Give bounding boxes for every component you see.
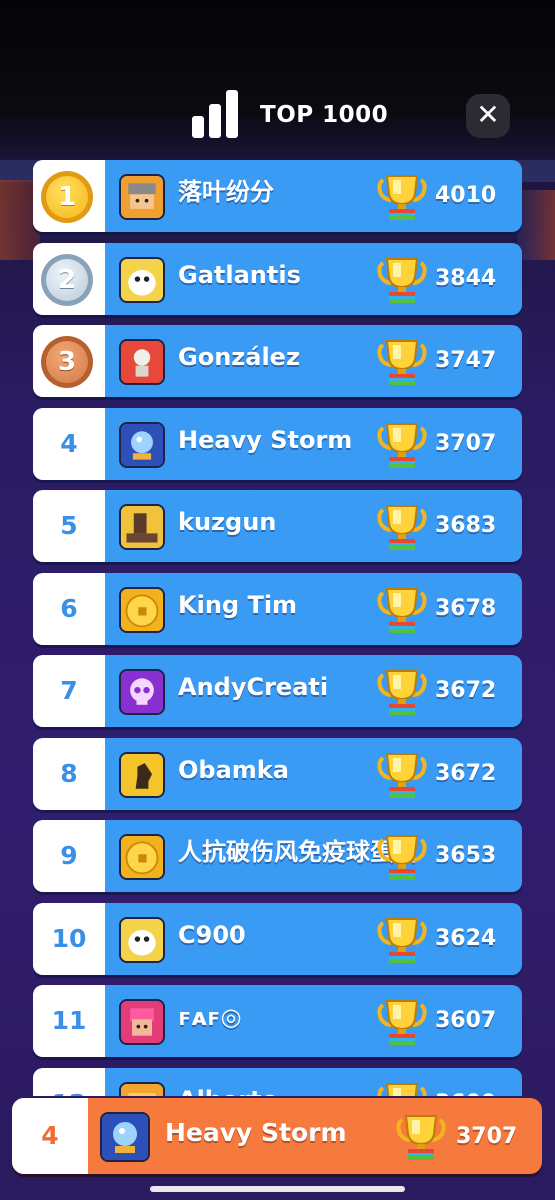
rank-cell: 6 — [33, 573, 105, 645]
trophy-icon — [377, 583, 427, 635]
trophy-score: 4010 — [435, 183, 497, 208]
player-name: King Tim — [178, 591, 298, 619]
player-name: Alberto — [178, 1068, 278, 1096]
skeleton-avatar — [119, 339, 165, 385]
trophy-score: 3653 — [435, 843, 497, 868]
rank-number: 2 — [46, 259, 88, 301]
trophy-score: 3600 — [435, 1068, 496, 1096]
trophy-score: 3672 — [435, 678, 497, 703]
leaderboard-row[interactable]: 3 González 3747 — [33, 325, 522, 397]
chess-knight-avatar — [119, 752, 165, 798]
trophy-score: 3678 — [435, 596, 497, 621]
leaderboard-list[interactable]: 1 落叶纷分 4010 2 Gatlantis 3844 3 González 3747 4 Hea… — [33, 160, 522, 1096]
horse-avatar — [119, 504, 165, 550]
player-name: ꜰᴀꜰ◎ — [178, 1003, 242, 1031]
trophy-icon — [377, 665, 427, 717]
viking-cat-avatar — [119, 174, 165, 220]
gold-medal-icon: 1 — [41, 171, 93, 223]
ghost-avatar — [119, 257, 165, 303]
rank-number: 3 — [46, 341, 88, 383]
leaderboard-row[interactable]: 10 C900 3624 — [33, 903, 522, 975]
background-scenery-right — [517, 190, 555, 260]
player-name: 落叶纷分 — [178, 178, 274, 206]
leaderboard-row[interactable]: 7 AndyCreati 3672 — [33, 655, 522, 727]
leaderboard-row[interactable]: 4 Heavy Storm 3707 — [33, 408, 522, 480]
ghost-avatar — [119, 917, 165, 963]
player-name: C900 — [178, 921, 246, 949]
rank-cell: 9 — [33, 820, 105, 892]
trophy-icon — [377, 335, 427, 387]
crystal-ball-avatar — [100, 1112, 150, 1162]
trophy-icon — [377, 418, 427, 470]
rank-cell: 11 — [33, 985, 105, 1057]
my-trophy-score: 3707 — [456, 1124, 518, 1149]
rank-cell: 3 — [33, 325, 105, 397]
rank-cell: 12 — [33, 1068, 105, 1096]
leaderboard-row[interactable]: 5 kuzgun 3683 — [33, 490, 522, 562]
close-button[interactable]: ✕ — [466, 94, 510, 138]
trophy-score: 3707 — [435, 431, 497, 456]
trophy-score: 3607 — [435, 1008, 497, 1033]
trophy-icon — [377, 995, 427, 1047]
trophy-icon — [377, 1078, 427, 1096]
leaderboard-row[interactable]: 12 Alberto 3600 — [33, 1068, 522, 1096]
trophy-icon — [377, 913, 427, 965]
player-name: kuzgun — [178, 508, 277, 536]
trophy-score: 3672 — [435, 761, 497, 786]
trophy-icon — [377, 253, 427, 305]
bronze-medal-icon: 3 — [41, 336, 93, 388]
trophy-icon — [377, 830, 427, 882]
player-name: AndyCreati — [178, 673, 329, 701]
trophy-score: 3844 — [435, 266, 497, 291]
player-name: González — [178, 343, 300, 371]
leaderboard-row[interactable]: 1 落叶纷分 4010 — [33, 160, 522, 232]
rank-cell: 2 — [33, 243, 105, 315]
trophy-icon — [377, 748, 427, 800]
bar-chart-icon — [192, 90, 240, 138]
coin-avatar — [119, 834, 165, 880]
silver-medal-icon: 2 — [41, 254, 93, 306]
close-icon: ✕ — [476, 98, 500, 131]
player-name: Obamka — [178, 756, 289, 784]
rank-cell: 5 — [33, 490, 105, 562]
rank-cell: 10 — [33, 903, 105, 975]
leaderboard-row[interactable]: 2 Gatlantis 3844 — [33, 243, 522, 315]
trophy-icon — [377, 170, 427, 222]
pink-hair-avatar — [119, 999, 165, 1045]
my-rank-row[interactable]: 4 Heavy Storm 3707 — [12, 1098, 542, 1174]
leaderboard-row[interactable]: 11 ꜰᴀꜰ◎ 3607 — [33, 985, 522, 1057]
rank-number: 1 — [46, 176, 88, 218]
trophy-icon — [396, 1110, 446, 1162]
my-rank-number: 4 — [12, 1098, 88, 1174]
leaderboard-row[interactable]: 6 King Tim 3678 — [33, 573, 522, 645]
player-name: Gatlantis — [178, 261, 301, 289]
rank-cell: 1 — [33, 160, 105, 232]
trophy-icon — [377, 500, 427, 552]
my-player-name: Heavy Storm — [165, 1118, 347, 1147]
leaderboard-row[interactable]: 8 Obamka 3672 — [33, 738, 522, 810]
trophy-score: 3683 — [435, 513, 497, 538]
page-title: TOP 1000 — [260, 102, 389, 128]
rank-cell: 7 — [33, 655, 105, 727]
rank-cell: 8 — [33, 738, 105, 810]
leaderboard-row[interactable]: 9 人抗破伤风免疫球蛋白 3653 — [33, 820, 522, 892]
coin-avatar — [119, 587, 165, 633]
rank-cell: 4 — [33, 408, 105, 480]
crystal-ball-avatar — [119, 422, 165, 468]
trophy-score: 3747 — [435, 348, 497, 373]
home-indicator — [150, 1186, 405, 1192]
player-name: Heavy Storm — [178, 426, 353, 454]
trophy-score: 3624 — [435, 926, 497, 951]
skull-avatar — [119, 669, 165, 715]
gold-block-avatar — [119, 1082, 165, 1096]
